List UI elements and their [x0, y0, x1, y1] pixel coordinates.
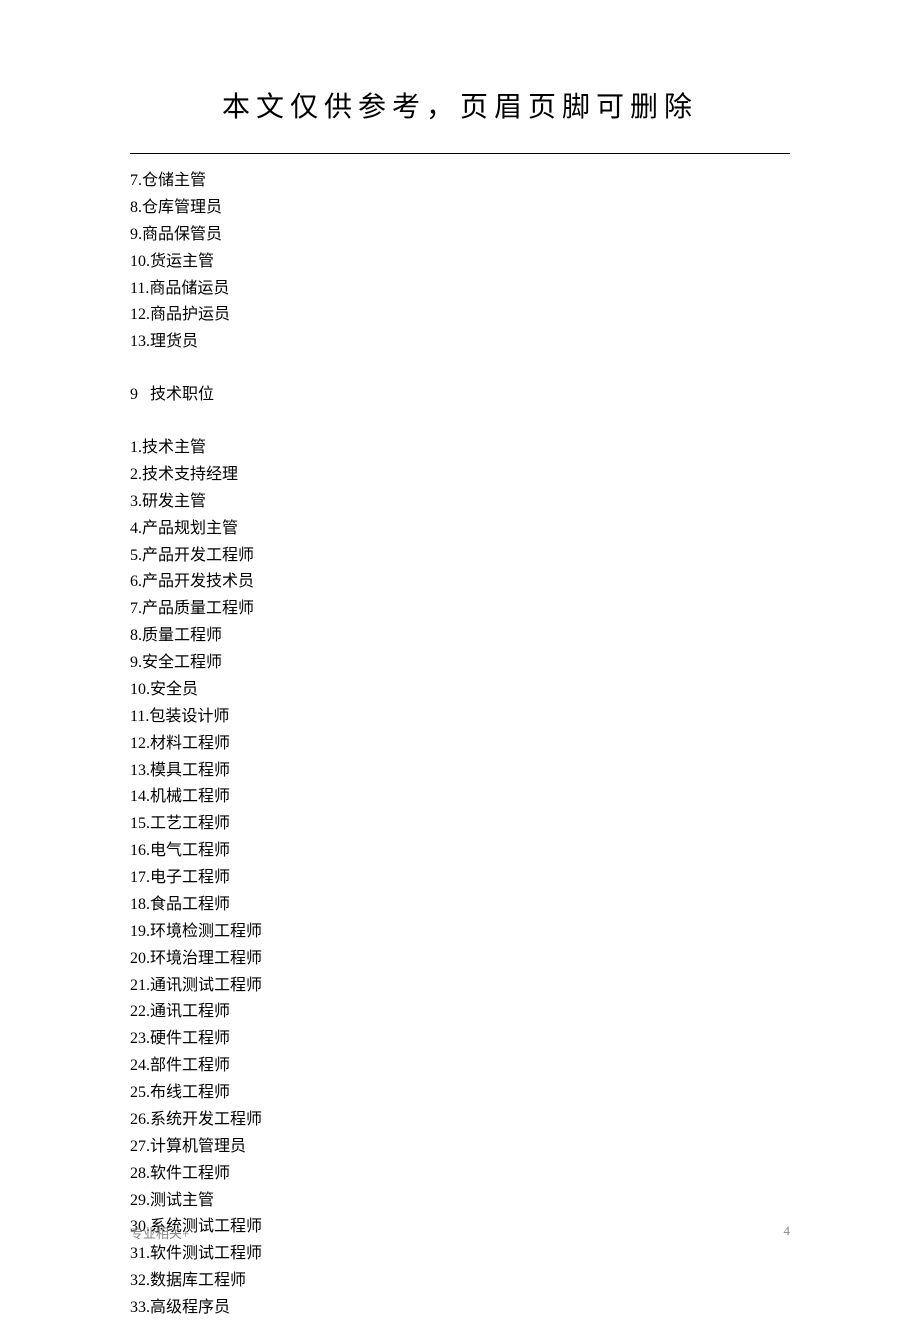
- header-divider: [130, 153, 790, 154]
- list-item: 19.环境检测工程师: [130, 919, 790, 946]
- list-item: 23.硬件工程师: [130, 1026, 790, 1053]
- list-item: 8.仓库管理员: [130, 195, 790, 222]
- main-list: 1.技术主管 2.技术支持经理 3.研发主管 4.产品规划主管 5.产品开发工程…: [130, 435, 790, 1322]
- list-item: 9.商品保管员: [130, 222, 790, 249]
- page-footer: 专业相关+ 4: [130, 1223, 790, 1242]
- list-item: 10.安全员: [130, 677, 790, 704]
- list-item: 25.布线工程师: [130, 1080, 790, 1107]
- list-item: 27.计算机管理员: [130, 1134, 790, 1161]
- document-content: 7.仓储主管 8.仓库管理员 9.商品保管员 10.货运主管 11.商品储运员 …: [130, 168, 790, 1322]
- list-item: 1.技术主管: [130, 435, 790, 462]
- footer-left-text: 专业相关+: [130, 1223, 189, 1242]
- list-item: 13.模具工程师: [130, 758, 790, 785]
- list-item: 18.食品工程师: [130, 892, 790, 919]
- list-item: 13.理货员: [130, 329, 790, 356]
- section-number: 9: [130, 386, 138, 403]
- list-item: 12.材料工程师: [130, 731, 790, 758]
- list-item: 3.研发主管: [130, 489, 790, 516]
- list-item: 6.产品开发技术员: [130, 569, 790, 596]
- page-number: 4: [784, 1223, 791, 1242]
- list-item: 15.工艺工程师: [130, 811, 790, 838]
- list-item: 9.安全工程师: [130, 650, 790, 677]
- list-item: 20.环境治理工程师: [130, 946, 790, 973]
- list-item: 22.通讯工程师: [130, 999, 790, 1026]
- list-item: 5.产品开发工程师: [130, 543, 790, 570]
- page-header: 本文仅供参考，页眉页脚可删除: [130, 85, 790, 125]
- list-item: 16.电气工程师: [130, 838, 790, 865]
- list-item: 7.仓储主管: [130, 168, 790, 195]
- list-item: 24.部件工程师: [130, 1053, 790, 1080]
- list-item: 11.包装设计师: [130, 704, 790, 731]
- document-page: 本文仅供参考，页眉页脚可删除 7.仓储主管 8.仓库管理员 9.商品保管员 10…: [0, 0, 920, 1302]
- list-item: 31.软件测试工程师: [130, 1241, 790, 1268]
- list-item: 10.货运主管: [130, 249, 790, 276]
- list-item: 32.数据库工程师: [130, 1268, 790, 1295]
- section-title: 技术职位: [150, 386, 214, 403]
- list-item: 33.高级程序员: [130, 1295, 790, 1322]
- list-item: 17.电子工程师: [130, 865, 790, 892]
- list-item: 8.质量工程师: [130, 623, 790, 650]
- section-heading: 9 技术职位: [130, 382, 790, 409]
- list-item: 11.商品储运员: [130, 276, 790, 303]
- continued-list: 7.仓储主管 8.仓库管理员 9.商品保管员 10.货运主管 11.商品储运员 …: [130, 168, 790, 356]
- list-item: 21.通讯测试工程师: [130, 973, 790, 1000]
- list-item: 12.商品护运员: [130, 302, 790, 329]
- list-item: 26.系统开发工程师: [130, 1107, 790, 1134]
- list-item: 29.测试主管: [130, 1188, 790, 1215]
- list-item: 28.软件工程师: [130, 1161, 790, 1188]
- list-item: 7.产品质量工程师: [130, 596, 790, 623]
- list-item: 14.机械工程师: [130, 784, 790, 811]
- list-item: 2.技术支持经理: [130, 462, 790, 489]
- list-item: 4.产品规划主管: [130, 516, 790, 543]
